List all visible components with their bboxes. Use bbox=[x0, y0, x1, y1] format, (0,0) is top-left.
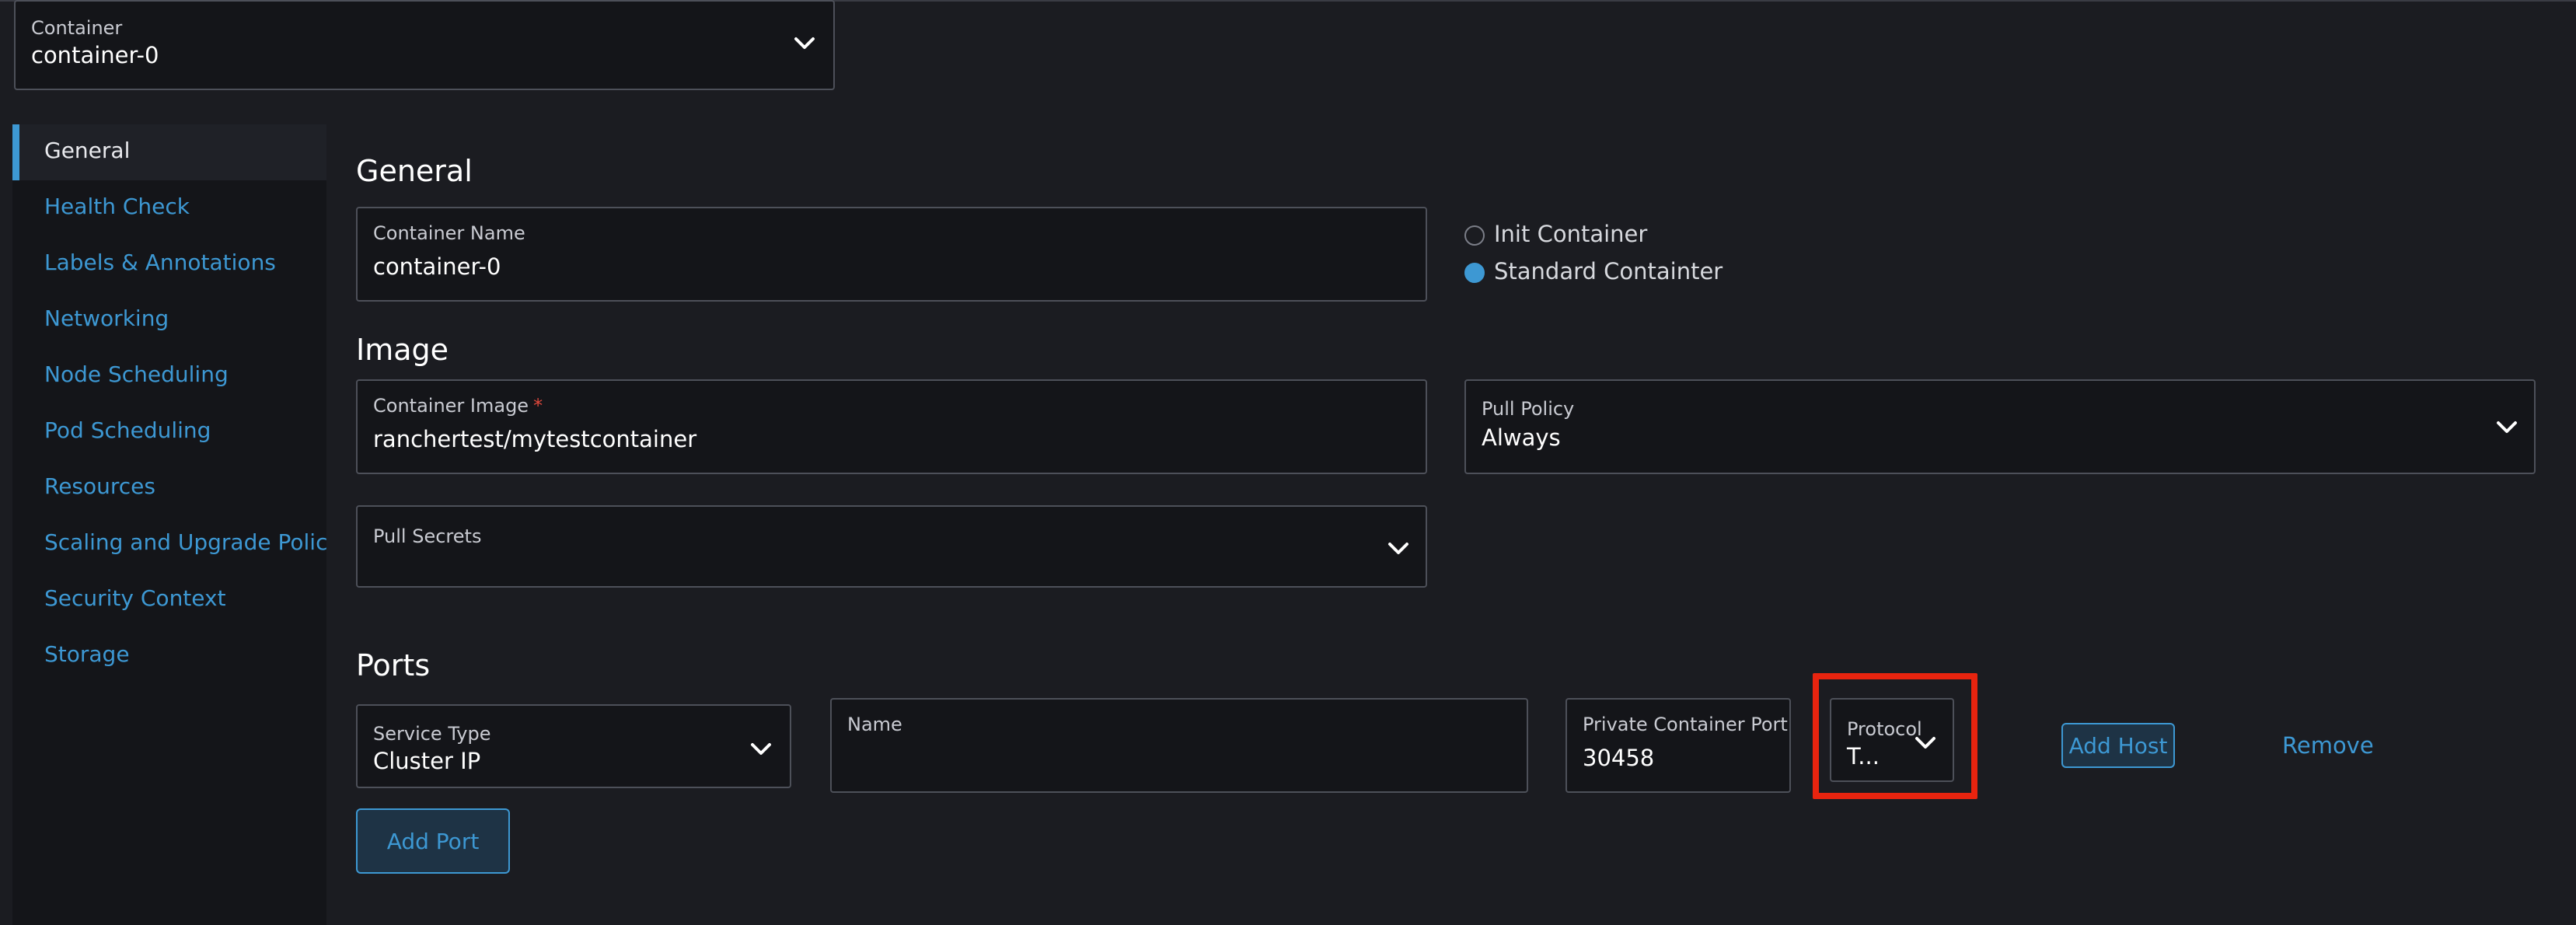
pull-secrets-select[interactable]: Pull Secrets bbox=[356, 505, 1427, 588]
sidebar-item-general[interactable]: General bbox=[44, 138, 130, 163]
container-image-label: Container Image * bbox=[373, 395, 543, 417]
private-container-port-field[interactable]: Private Container Port 30458 bbox=[1565, 698, 1791, 793]
sidebar-item-pod-scheduling[interactable]: Pod Scheduling bbox=[44, 417, 211, 443]
service-type-label: Service Type bbox=[373, 723, 491, 745]
chevron-down-icon bbox=[2494, 414, 2520, 440]
container-select[interactable]: Container container-0 bbox=[14, 0, 835, 90]
chevron-down-icon bbox=[1385, 535, 1412, 561]
sidebar-item-security-context[interactable]: Security Context bbox=[44, 585, 226, 611]
container-image-value: ranchertest/mytestcontainer bbox=[373, 426, 697, 452]
pull-secrets-label: Pull Secrets bbox=[373, 525, 482, 547]
init-container-radio[interactable] bbox=[1464, 225, 1485, 246]
port-name-label: Name bbox=[847, 714, 902, 735]
sidebar-item-networking[interactable]: Networking bbox=[44, 305, 169, 331]
container-image-field[interactable]: Container Image * ranchertest/mytestconta… bbox=[356, 379, 1427, 474]
service-type-value: Cluster IP bbox=[373, 748, 481, 774]
chevron-down-icon bbox=[748, 735, 774, 762]
init-container-label[interactable]: Init Container bbox=[1494, 221, 1647, 247]
add-port-button[interactable]: Add Port bbox=[356, 808, 510, 874]
container-select-label: Container bbox=[31, 17, 123, 39]
add-host-button[interactable]: Add Host bbox=[2061, 723, 2175, 768]
section-title-general: General bbox=[356, 154, 473, 188]
sidebar-item-labels-annotations[interactable]: Labels & Annotations bbox=[44, 250, 276, 275]
protocol-highlight-box bbox=[1813, 673, 1977, 799]
pull-policy-value: Always bbox=[1482, 424, 1561, 451]
container-select-value: container-0 bbox=[31, 42, 159, 68]
remove-port-link[interactable]: Remove bbox=[2282, 732, 2374, 759]
standard-container-radio[interactable] bbox=[1464, 263, 1485, 283]
section-title-ports: Ports bbox=[356, 648, 431, 682]
container-name-label: Container Name bbox=[373, 222, 525, 244]
container-name-value: container-0 bbox=[373, 253, 501, 280]
required-mark: * bbox=[533, 395, 543, 417]
sidebar-item-health-check[interactable]: Health Check bbox=[44, 194, 190, 219]
sidebar bbox=[12, 124, 326, 925]
pull-policy-label: Pull Policy bbox=[1482, 398, 1575, 420]
sidebar-item-scaling-upgrade-policy[interactable]: Scaling and Upgrade Policy bbox=[44, 529, 340, 555]
port-name-field[interactable]: Name bbox=[830, 698, 1528, 793]
service-type-select[interactable]: Service Type Cluster IP bbox=[356, 704, 791, 788]
private-container-port-value: 30458 bbox=[1583, 745, 1655, 771]
chevron-down-icon bbox=[791, 30, 818, 56]
section-title-image: Image bbox=[356, 333, 449, 367]
sidebar-active-indicator bbox=[12, 124, 19, 180]
standard-container-label[interactable]: Standard Containter bbox=[1494, 258, 1723, 284]
sidebar-item-resources[interactable]: Resources bbox=[44, 473, 155, 499]
container-name-field[interactable]: Container Name container-0 bbox=[356, 207, 1427, 302]
sidebar-item-node-scheduling[interactable]: Node Scheduling bbox=[44, 361, 229, 387]
sidebar-item-storage[interactable]: Storage bbox=[44, 641, 130, 667]
pull-policy-select[interactable]: Pull Policy Always bbox=[1464, 379, 2536, 474]
private-container-port-label: Private Container Port bbox=[1583, 714, 1788, 735]
